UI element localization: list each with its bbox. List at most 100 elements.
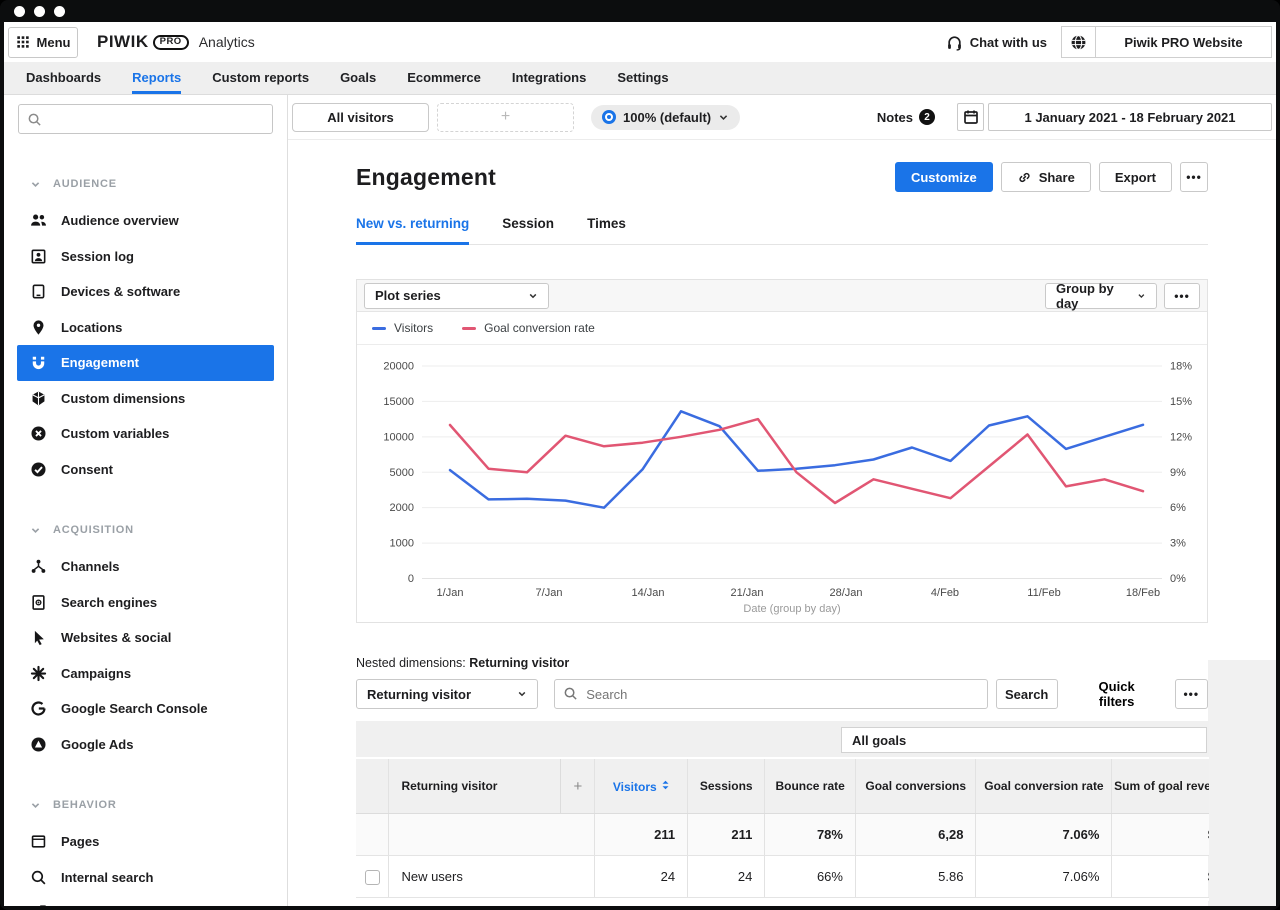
sidebar-item-google-search-console[interactable]: Google Search Console — [4, 691, 287, 727]
legend-item-goal-conversion-rate[interactable]: Goal conversion rate — [462, 321, 595, 335]
sidebar-search-input[interactable] — [48, 112, 264, 127]
sidebar-item-label: Custom dimensions — [61, 391, 185, 406]
column-header-bounce-rate[interactable]: Bounce rate — [765, 759, 856, 814]
sidebar-item-internal-search[interactable]: Internal search — [4, 860, 287, 896]
brand-suffix: Analytics — [199, 34, 255, 50]
all-goals-dropdown[interactable]: All goals — [841, 727, 1207, 753]
notes-button[interactable]: Notes 2 — [877, 109, 935, 125]
column-label: Visitors — [613, 780, 657, 794]
nav-tab-ecommerce[interactable]: Ecommerce — [407, 62, 481, 94]
report-tab-session[interactable]: Session — [502, 216, 554, 245]
row-label-cell[interactable]: New users — [389, 856, 595, 898]
chevron-down-icon — [718, 112, 729, 123]
sidebar-item-audience-overview[interactable]: Audience overview — [4, 203, 287, 239]
sidebar-section-header-acquisition[interactable]: ACQUISITION — [4, 517, 287, 543]
plot-series-dropdown[interactable]: Plot series — [364, 283, 549, 309]
column-header-visitors[interactable]: Visitors — [595, 759, 688, 814]
chat-with-us-button[interactable]: Chat with us — [946, 34, 1047, 51]
window-minimize-button[interactable] — [34, 6, 45, 17]
site-picker[interactable]: Piwik PRO Website — [1061, 26, 1272, 58]
table-search-button[interactable]: Search — [996, 679, 1058, 709]
column-header-sessions[interactable]: Sessions — [688, 759, 765, 814]
calendar-button[interactable] — [957, 103, 984, 131]
sidebar-item-campaigns[interactable]: Campaigns — [4, 656, 287, 692]
window-close-button[interactable] — [14, 6, 25, 17]
sidebar-item-custom-dimensions[interactable]: Custom dimensions — [4, 381, 287, 417]
cell-bounce-rate: 66% — [765, 856, 856, 898]
sidebar-item-search-engines[interactable]: Search engines — [4, 585, 287, 621]
legend-label: Goal conversion rate — [484, 321, 595, 335]
sidebar-item-consent[interactable]: Consent — [4, 452, 287, 488]
column-label: Sum of goal revenue — [1114, 779, 1209, 793]
sidebar-item-engagement[interactable]: Engagement — [17, 345, 274, 381]
chevron-down-icon — [517, 689, 527, 699]
segment-all-visitors-button[interactable]: All visitors — [292, 103, 429, 132]
column-header-returning-visitor[interactable]: Returning visitor+ — [389, 759, 595, 814]
search-button-label: Search — [1005, 687, 1048, 702]
add-column-button[interactable]: + — [560, 759, 594, 813]
report-tab-new-vs-returning[interactable]: New vs. returning — [356, 216, 469, 245]
x-axis-tick: 11/Feb — [1027, 587, 1060, 599]
cell-goal-conversions: 5.86 — [855, 856, 975, 898]
nav-tab-settings[interactable]: Settings — [617, 62, 668, 94]
summary-cell-bounce-rate: 78% — [765, 814, 856, 856]
nav-tab-integrations[interactable]: Integrations — [512, 62, 586, 94]
group-by-dropdown[interactable]: Group by day — [1045, 283, 1157, 309]
sidebar-item-locations[interactable]: Locations — [4, 310, 287, 346]
dimension-label: Returning visitor — [367, 687, 471, 702]
export-button[interactable]: Export — [1099, 162, 1172, 192]
left-axis-tick: 5000 — [390, 467, 414, 479]
table-search-input[interactable] — [554, 679, 987, 709]
sidebar-item-session-log[interactable]: Session log — [4, 239, 287, 275]
sidebar-item-outlinks[interactable]: Outlinks — [4, 895, 287, 906]
sidebar-item-label: Google Ads — [61, 737, 133, 752]
app-header: Menu PIWIK PRO Analytics Chat with us Pi… — [4, 22, 1276, 62]
nav-tab-reports[interactable]: Reports — [132, 62, 181, 94]
sidebar-item-custom-variables[interactable]: Custom variables — [4, 416, 287, 452]
google-ads-icon — [30, 736, 47, 753]
legend-swatch — [372, 327, 386, 330]
report-tab-times[interactable]: Times — [587, 216, 626, 245]
sidebar-item-pages[interactable]: Pages — [4, 824, 287, 860]
add-segment-button[interactable]: + — [437, 103, 574, 132]
legend-item-visitors[interactable]: Visitors — [372, 321, 433, 335]
sidebar-section-header-behavior[interactable]: BEHAVIOR — [4, 792, 287, 818]
legend-swatch — [462, 327, 476, 330]
sidebar-search[interactable] — [18, 104, 273, 134]
table-overflow-gutter — [1208, 660, 1276, 906]
menu-button[interactable]: Menu — [8, 27, 78, 58]
sidebar-item-channels[interactable]: Channels — [4, 549, 287, 585]
nav-tab-goals[interactable]: Goals — [340, 62, 376, 94]
quick-filters-button[interactable]: Quick filters — [1068, 679, 1166, 709]
sidebar-item-websites-social[interactable]: Websites & social — [4, 620, 287, 656]
share-button[interactable]: Share — [1001, 162, 1091, 192]
column-header-goal-conversion-rate[interactable]: Goal conversion rate — [976, 759, 1112, 814]
sidebar-item-google-ads[interactable]: Google Ads — [4, 727, 287, 763]
dimension-dropdown[interactable]: Returning visitor — [356, 679, 538, 709]
window-zoom-button[interactable] — [54, 6, 65, 17]
column-header-goal-conversions[interactable]: Goal conversions — [855, 759, 975, 814]
chevron-down-icon — [1137, 291, 1146, 301]
table-more-button[interactable]: ••• — [1175, 679, 1208, 709]
x-axis-tick: 7/Jan — [536, 587, 563, 599]
sidebar-item-label: Campaigns — [61, 666, 131, 681]
sampling-dropdown[interactable]: 100% (default) — [591, 105, 740, 130]
chart-more-button[interactable]: ••• — [1164, 283, 1200, 309]
sidebar-section-header-audience[interactable]: AUDIENCE — [4, 171, 287, 197]
data-table-zone: All goals Returning visitor+ Visitors Sess… — [356, 721, 1209, 901]
date-range-picker[interactable]: 1 January 2021 - 18 February 2021 — [988, 103, 1272, 131]
section-label: ACQUISITION — [53, 524, 134, 536]
right-axis-tick: 0% — [1170, 573, 1186, 585]
customize-button[interactable]: Customize — [895, 162, 993, 192]
row-checkbox[interactable] — [365, 870, 380, 885]
sidebar-item-label: Devices & software — [61, 284, 180, 299]
sidebar-item-label: Session log — [61, 249, 134, 264]
column-header-sum-of-goal-revenue[interactable]: Sum of goal revenue — [1112, 759, 1209, 814]
sidebar-item-label: Custom variables — [61, 426, 169, 441]
nav-tab-dashboards[interactable]: Dashboards — [26, 62, 101, 94]
nav-tab-custom-reports[interactable]: Custom reports — [212, 62, 309, 94]
sidebar-item-devices-software[interactable]: Devices & software — [4, 274, 287, 310]
report-more-button[interactable]: ••• — [1180, 162, 1208, 192]
report-card: Engagement Customize Share Export ••• Ne… — [288, 140, 1276, 906]
export-label: Export — [1115, 170, 1156, 185]
